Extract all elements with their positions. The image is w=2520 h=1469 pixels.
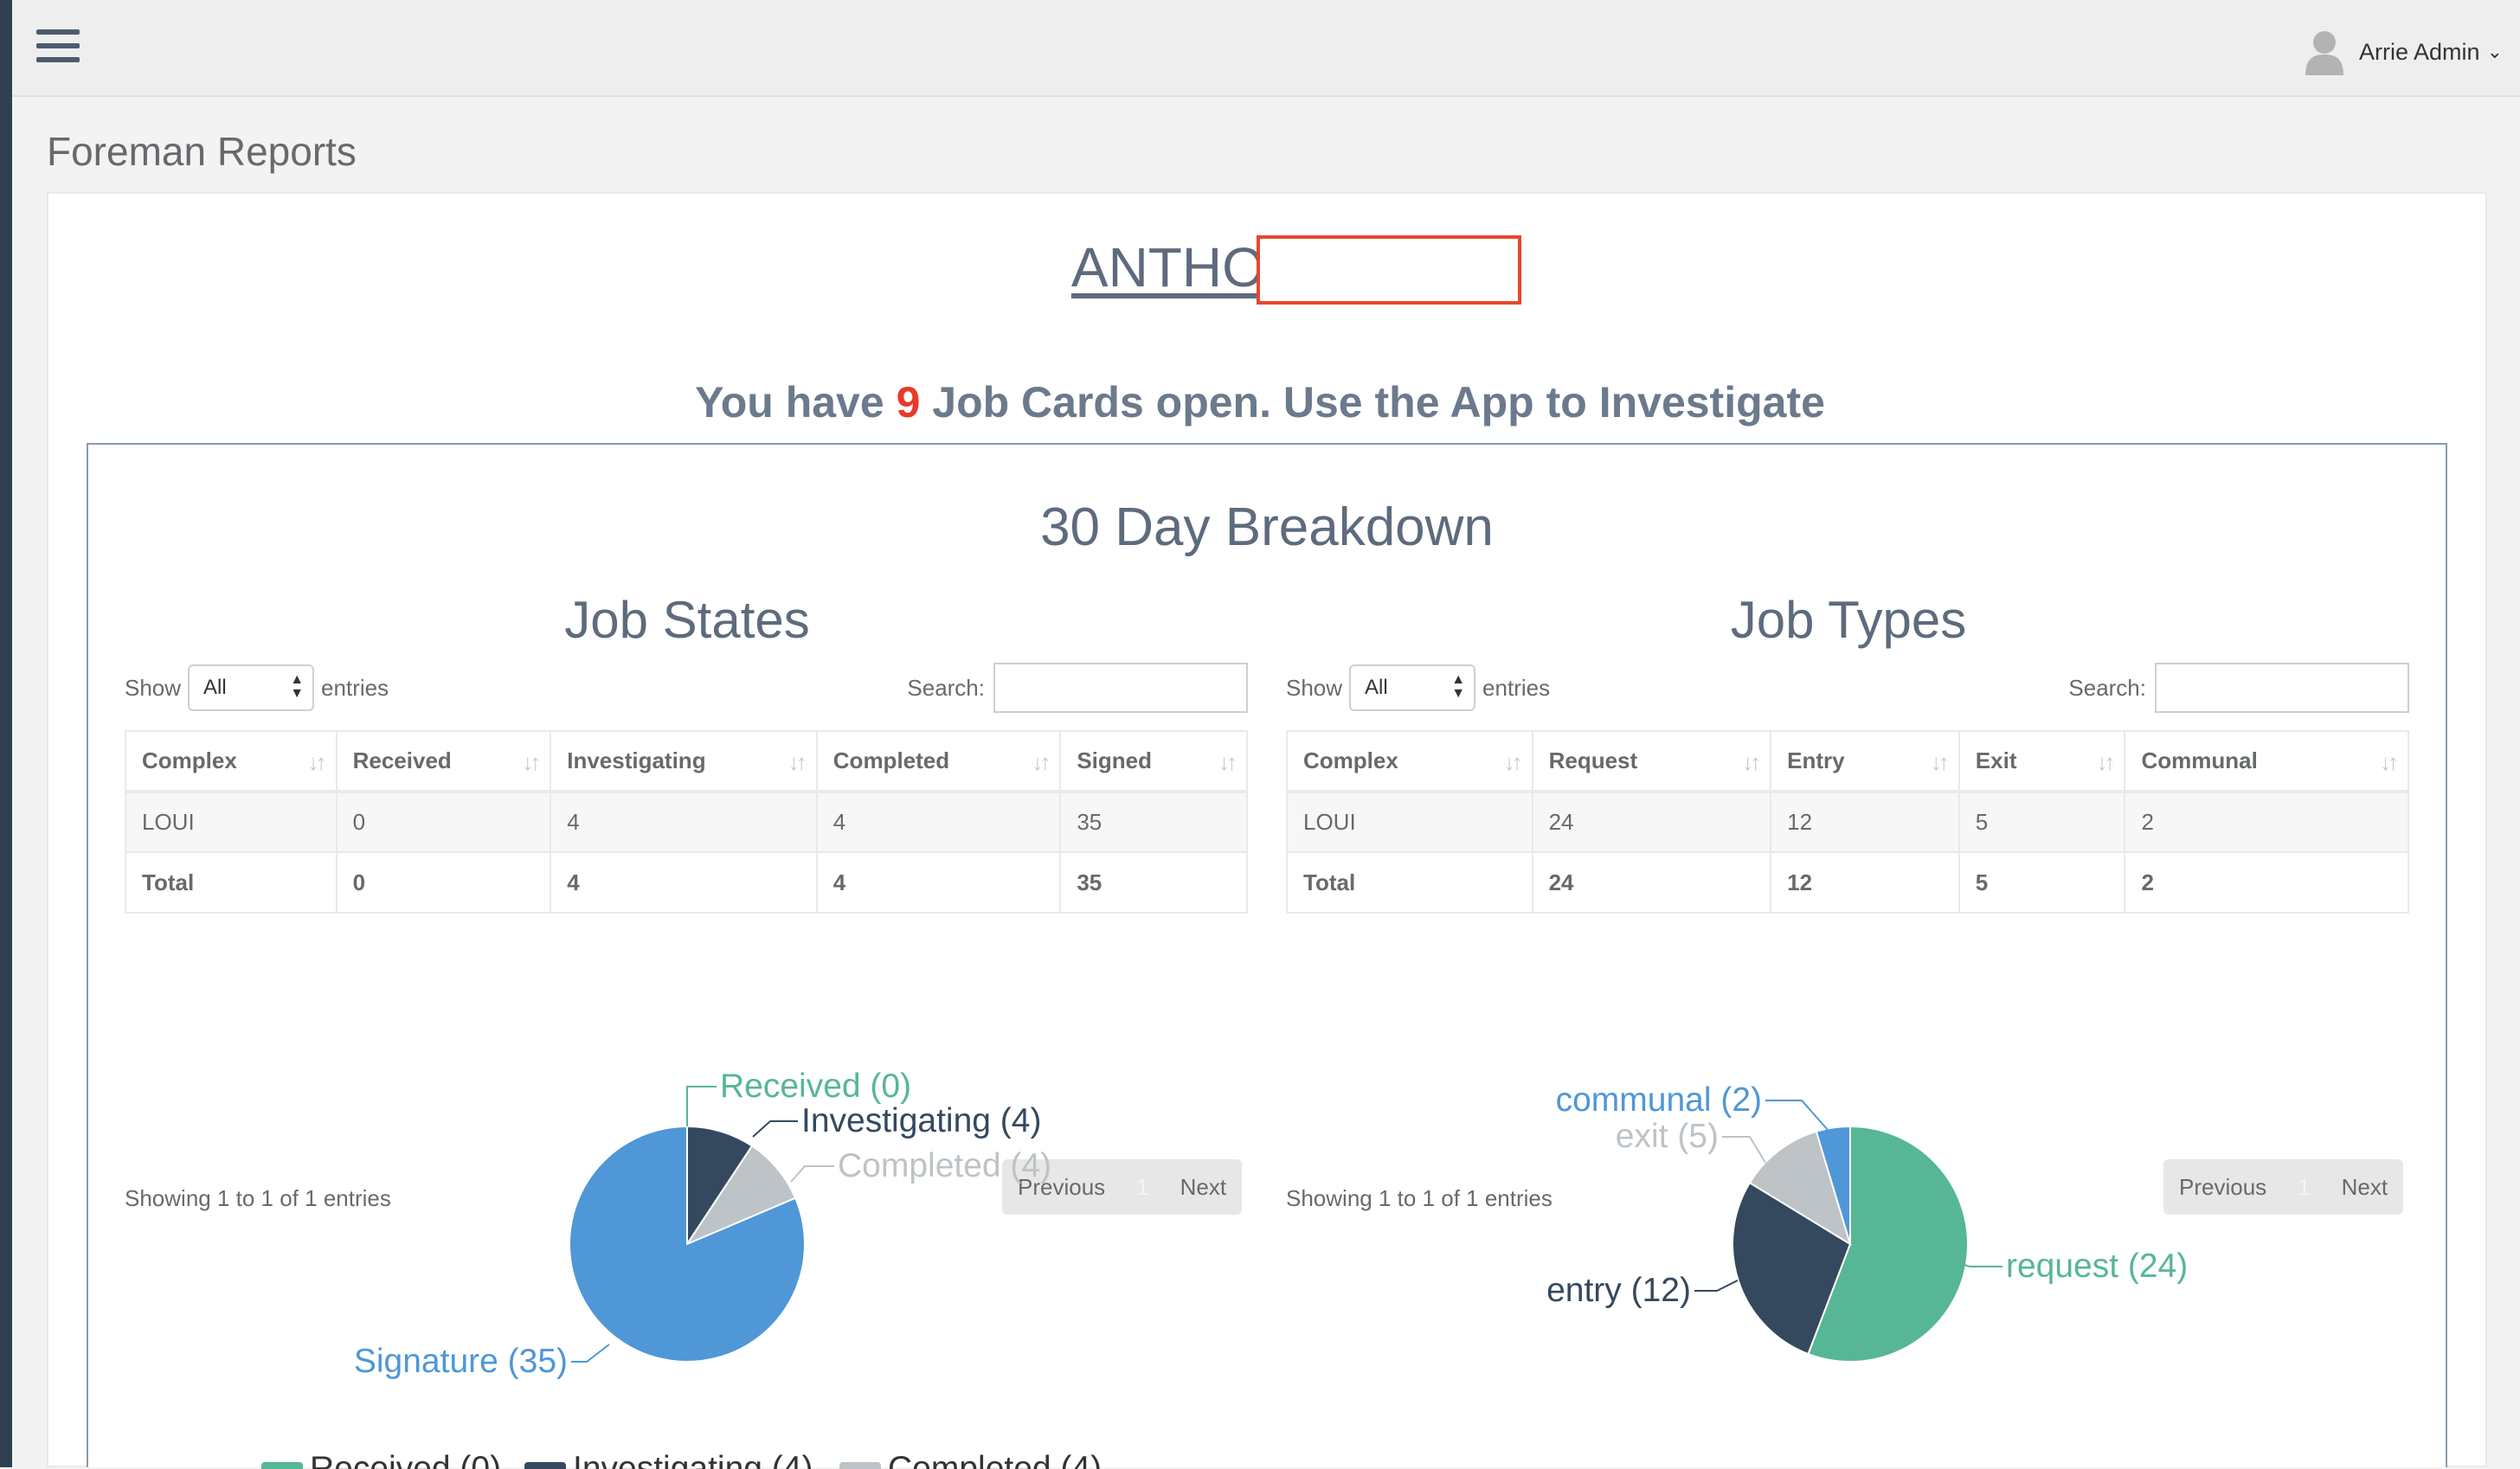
menu-icon[interactable] (36, 29, 80, 67)
breakdown-panel: 30 Day Breakdown Job States Show All ▲ ▼ e… (87, 443, 2447, 1469)
legend-received: Received (0) (310, 1450, 501, 1469)
svg-text:exit (5): exit (5) (1616, 1118, 1719, 1155)
user-menu[interactable]: Arrie Admin ⌄ (2305, 26, 2503, 78)
top-navbar: Arrie Admin ⌄ (12, 0, 2520, 97)
user-name: Arrie Admin (2359, 38, 2480, 65)
open-jobs-notice: You have 9 Job Cards open. Use the App t… (0, 377, 2520, 427)
pie-label-exit: exit (5) (1616, 1118, 1766, 1164)
legend-investigating: Investigating (4) (573, 1450, 813, 1469)
legend-completed: Completed (4) (888, 1450, 1102, 1469)
svg-text:Received (0): Received (0) (720, 1068, 911, 1105)
job-types-pie-chart (1732, 1125, 1969, 1363)
pie-label-investigating: Investigating (4) (752, 1102, 1041, 1139)
svg-text:Signature (35): Signature (35) (354, 1343, 568, 1380)
pie-label-completed: Completed (4) (790, 1147, 1051, 1184)
page-title: Foreman Reports (47, 129, 357, 174)
svg-text:Investigating (4): Investigating (4) (801, 1102, 1041, 1139)
legend-swatch-received (261, 1462, 303, 1469)
pie-label-entry: entry (12) (1546, 1272, 1739, 1309)
svg-text:entry (12): entry (12) (1546, 1272, 1691, 1309)
job-states-pie-chart (569, 1125, 806, 1363)
notice-text-post: Job Cards open. Use the App to Investiga… (920, 378, 1825, 427)
legend-swatch-completed (839, 1462, 881, 1469)
avatar-icon (2305, 31, 2343, 75)
legend-swatch-investigating (524, 1462, 566, 1469)
chart-legend: Received (0) Investigating (4) Completed… (261, 1450, 1102, 1469)
chevron-down-icon[interactable]: ⌄ (2487, 41, 2503, 63)
pie-charts: Received (0) Investigating (4) Completed… (261, 1068, 2188, 1469)
sidebar-edge (0, 0, 12, 1467)
notice-text-pre: You have (695, 378, 897, 427)
svg-text:communal (2): communal (2) (1556, 1081, 1762, 1119)
pie-label-signature: Signature (35) (354, 1343, 610, 1380)
open-count: 9 (896, 378, 921, 427)
pie-label-request: request (24) (1953, 1248, 2188, 1285)
redaction-box (1257, 235, 1521, 305)
svg-text:Completed (4): Completed (4) (838, 1147, 1051, 1184)
svg-text:request (24): request (24) (2006, 1248, 2188, 1285)
